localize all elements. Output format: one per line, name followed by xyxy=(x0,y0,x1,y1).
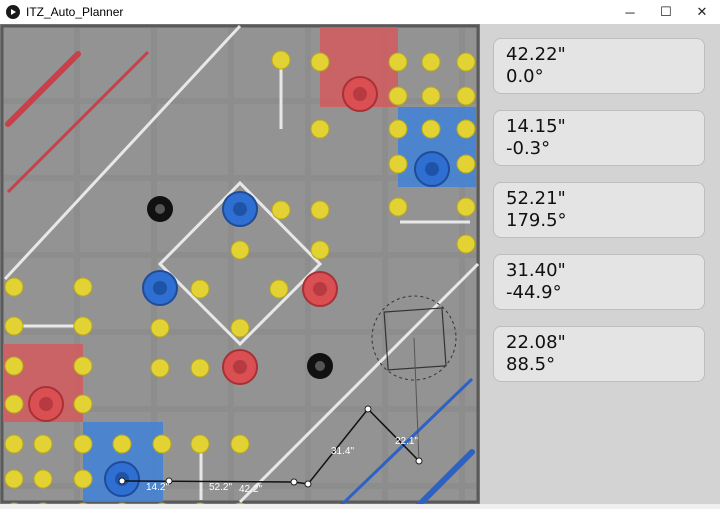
segment-distance: 22.08" xyxy=(506,332,566,353)
close-button[interactable]: ✕ xyxy=(684,0,720,24)
segment-label: 42.2" xyxy=(239,484,262,495)
segment-angle: 179.5° xyxy=(506,210,567,231)
segment-card[interactable]: 22.08" 88.5° xyxy=(493,326,705,382)
segment-label: 14.2" xyxy=(146,482,169,493)
segment-label: 31.4" xyxy=(331,446,354,457)
segment-card[interactable]: 14.15" -0.3° xyxy=(493,110,705,166)
segment-card[interactable]: 31.40" -44.9° xyxy=(493,254,705,310)
segment-card[interactable]: 52.21" 179.5° xyxy=(493,182,705,238)
field-map[interactable]: 14.2" 52.2" 42.2" 31.4" 22.1" xyxy=(0,24,480,509)
segment-angle: -44.9° xyxy=(506,282,562,303)
segment-distance: 14.15" xyxy=(506,116,566,137)
app-icon xyxy=(6,5,20,19)
segment-distance: 31.40" xyxy=(506,260,566,281)
segment-label: 52.2" xyxy=(209,482,232,493)
segment-distance: 42.22" xyxy=(506,44,566,65)
segment-label: 22.1" xyxy=(395,436,418,447)
field-floor xyxy=(0,24,480,504)
segment-panel: 42.22" 0.0° 14.15" -0.3° 52.21" 179.5° 3… xyxy=(480,24,720,504)
segment-card[interactable]: 42.22" 0.0° xyxy=(493,38,705,94)
minimize-button[interactable]: ─ xyxy=(612,0,648,24)
segment-angle: 0.0° xyxy=(506,66,544,87)
field-canvas[interactable]: 14.2" 52.2" 42.2" 31.4" 22.1" xyxy=(0,24,480,509)
title-bar: ITZ_Auto_Planner ─ ☐ ✕ xyxy=(0,0,720,24)
segment-angle: 88.5° xyxy=(506,354,556,375)
window-title: ITZ_Auto_Planner xyxy=(26,5,124,19)
segment-angle: -0.3° xyxy=(506,138,551,159)
maximize-button[interactable]: ☐ xyxy=(648,0,684,24)
segment-distance: 52.21" xyxy=(506,188,566,209)
